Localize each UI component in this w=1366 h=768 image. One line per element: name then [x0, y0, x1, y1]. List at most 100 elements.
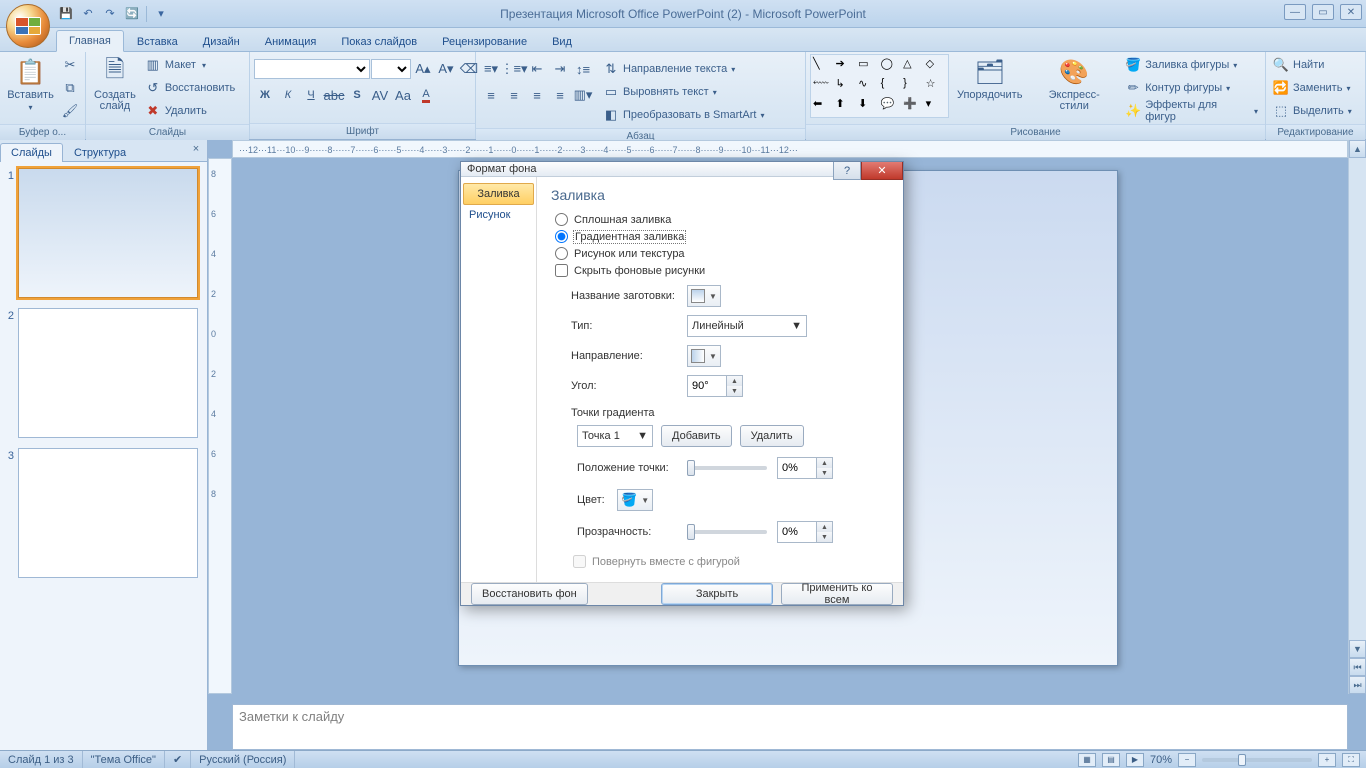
slide-thumbnail-1[interactable] — [18, 168, 198, 298]
transparency-slider[interactable] — [687, 530, 767, 534]
grow-font-icon[interactable]: A▴ — [412, 58, 434, 80]
select-button[interactable]: ⬚Выделить▾ — [1270, 100, 1355, 122]
redo-icon[interactable]: ↷ — [100, 4, 120, 24]
indent-dec-icon[interactable]: ⇤ — [526, 58, 548, 80]
format-painter-button[interactable]: 🖌 — [59, 100, 81, 122]
view-normal-icon[interactable]: ▦ — [1078, 753, 1096, 767]
zoom-value[interactable]: 70% — [1150, 754, 1172, 766]
stop-select[interactable]: Точка 1▼ — [577, 425, 653, 447]
bold-icon[interactable]: Ж — [254, 84, 276, 106]
repeat-icon[interactable]: 🔄 — [122, 4, 142, 24]
shape-triangle-icon[interactable]: △ — [903, 57, 924, 75]
add-stop-button[interactable]: Добавить — [661, 425, 732, 447]
tab-insert[interactable]: Вставка — [125, 32, 190, 52]
checkbox-hide-bg[interactable]: Скрыть фоновые рисунки — [555, 264, 889, 277]
shape-curve-icon[interactable]: ∿ — [858, 77, 879, 95]
zoom-in-icon[interactable]: + — [1318, 753, 1336, 767]
scrollbar-vertical[interactable]: ▲ ▼ ⏮ ⏭ — [1348, 140, 1366, 694]
strike-icon[interactable]: abc — [323, 84, 345, 106]
notes-pane[interactable]: Заметки к слайду — [232, 704, 1348, 750]
underline-icon[interactable]: Ч — [300, 84, 322, 106]
shape-brace-icon[interactable]: { — [881, 77, 902, 95]
cut-button[interactable]: ✂ — [59, 54, 81, 76]
change-case-icon[interactable]: Aa — [392, 84, 414, 106]
minimize-button[interactable]: — — [1284, 4, 1306, 20]
tab-home[interactable]: Главная — [56, 30, 124, 52]
line-spacing-icon[interactable]: ↕≡ — [572, 58, 594, 80]
zoom-slider[interactable] — [1202, 758, 1312, 762]
shape-brace2-icon[interactable]: } — [903, 77, 924, 95]
shape-line-icon[interactable]: ╲ — [813, 57, 834, 75]
status-language[interactable]: Русский (Россия) — [191, 751, 295, 768]
preset-dropdown[interactable]: ▼ — [687, 285, 721, 307]
fit-window-icon[interactable]: ⛶ — [1342, 753, 1360, 767]
shape-effects-button[interactable]: ✨Эффекты для фигур▾ — [1122, 100, 1261, 122]
font-size-combo[interactable] — [371, 59, 411, 79]
shrink-font-icon[interactable]: A▾ — [435, 58, 457, 80]
numbering-icon[interactable]: ⋮≡▾ — [503, 58, 525, 80]
shape-elbow-icon[interactable]: ↳ — [836, 77, 857, 95]
color-dropdown[interactable]: 🪣▼ — [617, 489, 653, 511]
save-icon[interactable]: 💾 — [56, 4, 76, 24]
char-spacing-icon[interactable]: AV — [369, 84, 391, 106]
view-sorter-icon[interactable]: ▤ — [1102, 753, 1120, 767]
tab-slideshow[interactable]: Показ слайдов — [329, 32, 429, 52]
shape-plus-icon[interactable]: ➕ — [903, 97, 924, 115]
reset-button[interactable]: ↺Восстановить — [142, 77, 238, 99]
smartart-button[interactable]: ◧Преобразовать в SmartArt▾ — [600, 104, 767, 126]
align-center-icon[interactable]: ≡ — [503, 84, 525, 106]
align-text-button[interactable]: ▭Выровнять текст▾ — [600, 81, 767, 103]
shape-connector-icon[interactable]: ⬳ — [813, 77, 834, 95]
position-slider[interactable] — [687, 466, 767, 470]
font-family-combo[interactable] — [254, 59, 370, 79]
maximize-button[interactable]: ▭ — [1312, 4, 1334, 20]
tab-review[interactable]: Рецензирование — [430, 32, 539, 52]
radio-solid[interactable]: Сплошная заливка — [555, 213, 889, 226]
panel-close-icon[interactable]: × — [189, 143, 203, 157]
copy-button[interactable]: ⧉ — [59, 77, 81, 99]
direction-dropdown[interactable]: ▼ — [687, 345, 721, 367]
shape-diamond-icon[interactable]: ◇ — [926, 57, 947, 75]
shape-arrow3-icon[interactable]: ⬆ — [836, 97, 857, 115]
delete-slide-button[interactable]: ✖Удалить — [142, 100, 238, 122]
slide-thumbnail-2[interactable] — [18, 308, 198, 438]
text-direction-button[interactable]: ⇅Направление текста▾ — [600, 58, 767, 80]
shape-arrow2-icon[interactable]: ⬅ — [813, 97, 834, 115]
restore-bg-button[interactable]: Восстановить фон — [471, 583, 588, 605]
replace-button[interactable]: 🔁Заменить▾ — [1270, 77, 1355, 99]
qat-customize-icon[interactable]: ▾ — [151, 4, 171, 24]
close-dialog-button[interactable]: Закрыть — [661, 583, 773, 605]
apply-all-button[interactable]: Применить ко всем — [781, 583, 893, 605]
shape-more-icon[interactable]: ▾ — [926, 97, 947, 115]
columns-icon[interactable]: ▥▾ — [572, 84, 594, 106]
shadow-icon[interactable]: S — [346, 84, 368, 106]
new-slide-button[interactable]: 🗎Создать слайд — [90, 54, 140, 114]
font-color-icon[interactable]: A — [415, 84, 437, 106]
close-button[interactable]: ✕ — [1340, 4, 1362, 20]
shape-outline-button[interactable]: ✏Контур фигуры▾ — [1122, 77, 1261, 99]
italic-icon[interactable]: К — [277, 84, 299, 106]
align-left-icon[interactable]: ≡ — [480, 84, 502, 106]
dialog-nav-picture[interactable]: Рисунок — [461, 205, 536, 225]
type-dropdown[interactable]: Линейный▼ — [687, 315, 807, 337]
layout-button[interactable]: ▥Макет▾ — [142, 54, 238, 76]
indent-inc-icon[interactable]: ⇥ — [549, 58, 571, 80]
shape-fill-button[interactable]: 🪣Заливка фигуры▾ — [1122, 54, 1261, 76]
office-button[interactable] — [6, 4, 50, 48]
radio-gradient[interactable]: Градиентная заливка — [555, 230, 889, 243]
shape-star-icon[interactable]: ☆ — [926, 77, 947, 95]
shape-arrow4-icon[interactable]: ⬇ — [858, 97, 879, 115]
shapes-gallery[interactable]: ╲➔▭◯△◇ ⬳↳∿{}☆ ⬅⬆⬇💬➕▾ — [810, 54, 949, 118]
delete-stop-button[interactable]: Удалить — [740, 425, 804, 447]
radio-picture[interactable]: Рисунок или текстура — [555, 247, 889, 260]
shape-oval-icon[interactable]: ◯ — [881, 57, 902, 75]
arrange-button[interactable]: 🗂Упорядочить — [953, 54, 1026, 103]
paste-button[interactable]: 📋Вставить▾ — [4, 54, 57, 114]
justify-icon[interactable]: ≡ — [549, 84, 571, 106]
prev-slide-icon[interactable]: ⏮ — [1349, 658, 1366, 676]
bullets-icon[interactable]: ≡▾ — [480, 58, 502, 80]
find-button[interactable]: 🔍Найти — [1270, 54, 1355, 76]
shape-arrow-icon[interactable]: ➔ — [836, 57, 857, 75]
scroll-up-icon[interactable]: ▲ — [1349, 140, 1366, 158]
angle-spinner[interactable]: ▲▼ — [687, 375, 743, 397]
